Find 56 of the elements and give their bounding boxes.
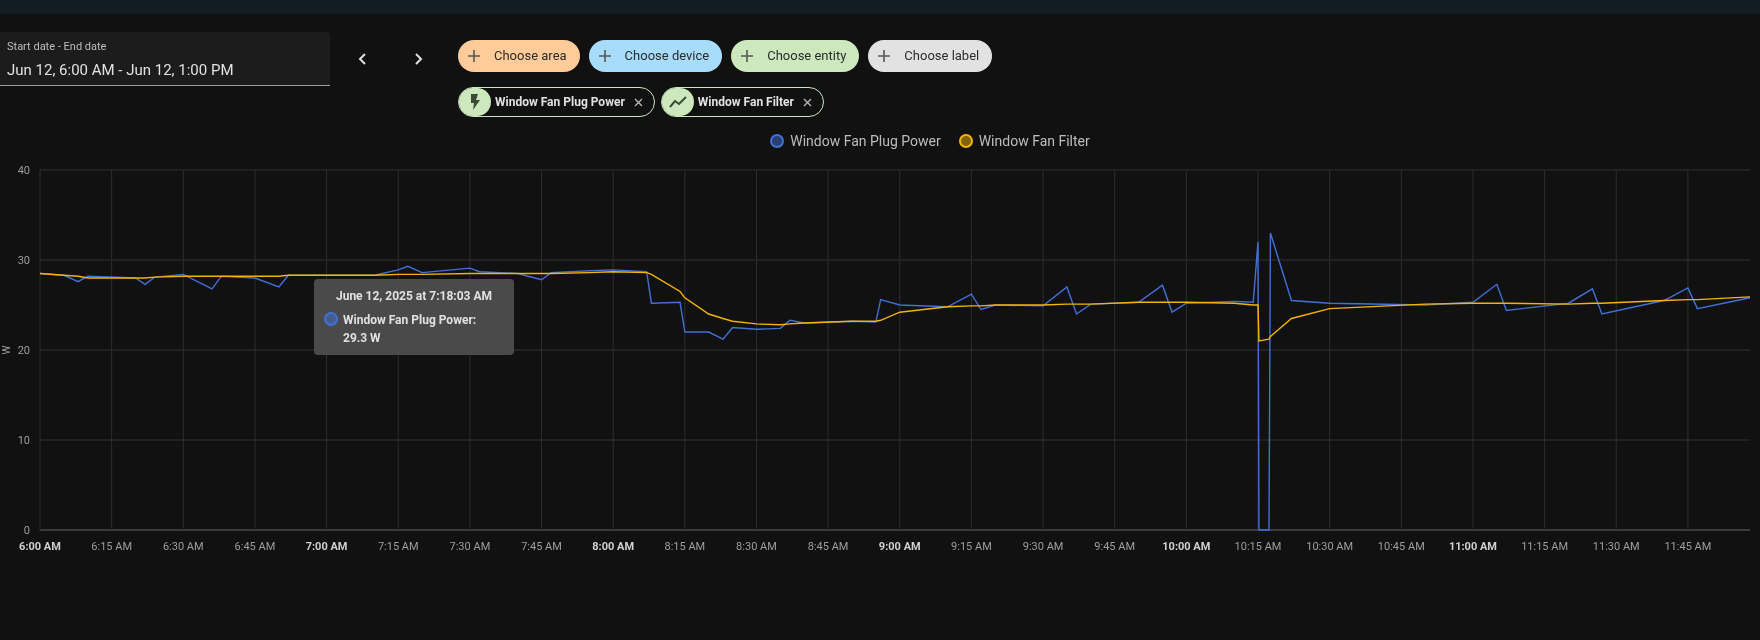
- legend-item[interactable]: Window Fan Plug Power: [770, 130, 941, 152]
- x-tick-label: 8:00 AM: [592, 540, 635, 553]
- chip-label: Window Fan Plug Power: [495, 94, 625, 111]
- x-tick-label: 10:00 AM: [1162, 540, 1211, 553]
- legend-label: Window Fan Plug Power: [790, 131, 941, 151]
- x-tick-label: 8:15 AM: [664, 540, 706, 553]
- plus-icon: [468, 50, 480, 62]
- close-icon: [803, 97, 813, 107]
- x-tick-label: 6:30 AM: [162, 540, 204, 553]
- x-tick-label: 7:30 AM: [449, 540, 491, 553]
- field-value: Jun 12, 6:00 AM - Jun 12, 1:00 PM: [7, 59, 235, 81]
- close-icon: [634, 97, 644, 107]
- close-button[interactable]: [632, 96, 645, 108]
- x-tick-label: 11:15 AM: [1521, 540, 1569, 553]
- x-tick-label: 10:15 AM: [1234, 540, 1282, 553]
- x-tick-label: 8:30 AM: [736, 540, 777, 553]
- x-tick-label: 6:00 AM: [19, 540, 61, 553]
- x-tick-label: 11:45 AM: [1664, 540, 1712, 553]
- y-tick-label: 40: [17, 164, 30, 177]
- tooltip-series-label: Window Fan Plug Power:: [343, 312, 477, 329]
- x-tick-label: 9:45 AM: [1094, 540, 1136, 553]
- x-tick-label: 7:15 AM: [377, 540, 419, 553]
- x-tick-label: 6:15 AM: [91, 540, 132, 553]
- lightning-icon: [468, 93, 482, 111]
- y-tick-label: 0: [23, 524, 30, 537]
- y-tick-label: 20: [17, 344, 30, 357]
- plus-icon: [878, 50, 891, 62]
- x-tick-label: 7:45 AM: [521, 540, 562, 553]
- x-tick-label: 7:00 AM: [305, 540, 348, 553]
- x-tick-label: 9:15 AM: [951, 540, 992, 553]
- picker-chip[interactable]: Choose label: [868, 40, 993, 72]
- legend-label: Window Fan Filter: [978, 131, 1090, 151]
- x-tick-label: 10:30 AM: [1306, 540, 1354, 553]
- y-tick-label: 10: [17, 434, 30, 447]
- plus-icon: [741, 50, 754, 62]
- picker-chip[interactable]: Choose entity: [731, 40, 860, 72]
- trend-line-icon: [668, 95, 687, 109]
- x-tick-label: 10:45 AM: [1377, 540, 1425, 553]
- chip-label: Window Fan Filter: [697, 94, 794, 111]
- tooltip-value: 29.3 W: [343, 330, 382, 347]
- x-tick-label: 9:30 AM: [1022, 540, 1064, 553]
- picker-chip[interactable]: Choose area: [458, 40, 580, 72]
- field-label: Start date - End date: [7, 39, 108, 55]
- date-range-field[interactable]: Start date - End date Jun 12, 6:00 AM - Jun 12, 1:00 PM: [0, 32, 330, 86]
- x-tick-label: 9:00 AM: [878, 540, 921, 553]
- x-tick-label: 6:45 AM: [234, 540, 276, 553]
- x-tick-label: 8:45 AM: [807, 540, 849, 553]
- tooltip-title: June 12, 2025 at 7:18:03 AM: [334, 288, 493, 305]
- x-tick-label: 11:00 AM: [1448, 540, 1497, 553]
- y-tick-label: 30: [17, 254, 30, 267]
- picker-chip[interactable]: Choose device: [588, 40, 723, 72]
- legend-item[interactable]: Window Fan Filter: [958, 130, 1090, 152]
- x-tick-label: 11:30 AM: [1592, 540, 1640, 553]
- plus-icon: [598, 50, 611, 62]
- close-button[interactable]: [801, 96, 814, 108]
- y-axis-label: W: [1, 345, 12, 355]
